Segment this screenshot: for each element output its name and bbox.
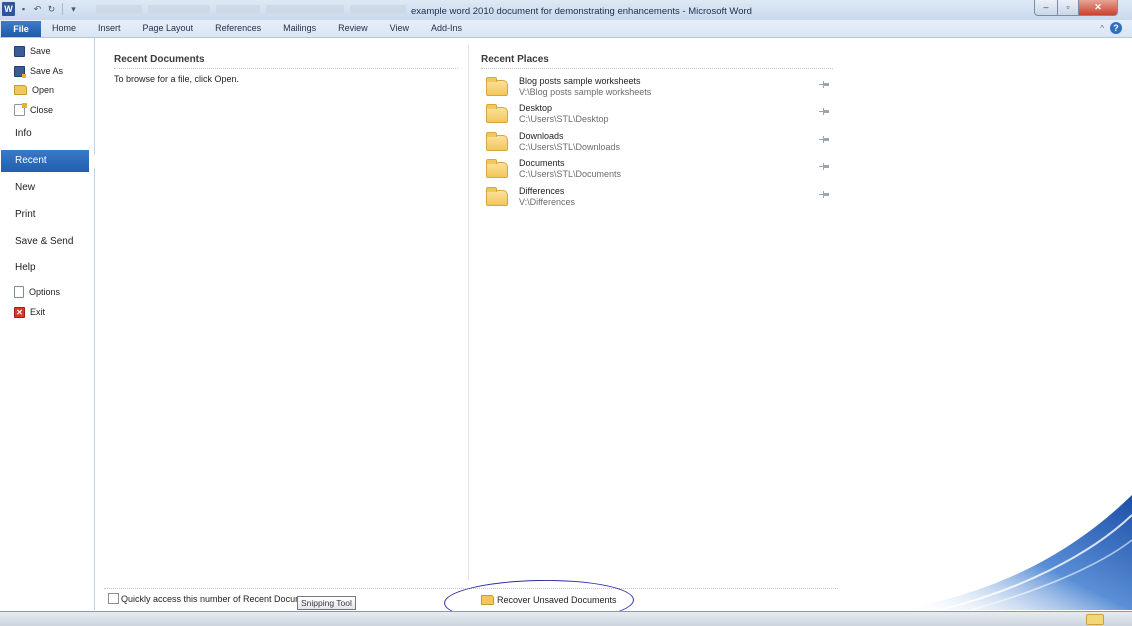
nav-new[interactable]: New	[15, 182, 35, 193]
nav-exit-label: Exit	[30, 307, 46, 317]
nav-save[interactable]: Save	[14, 44, 51, 58]
title-bar: W ▪ ↶ ↻ ▾ example word 2010 document for…	[0, 0, 1132, 20]
tab-references[interactable]: References	[215, 23, 261, 33]
nav-open-label: Open	[32, 85, 55, 95]
system-taskbar	[0, 611, 1132, 626]
recent-place-item[interactable]: Differences V:\Differences	[484, 186, 834, 210]
folder-icon	[486, 187, 508, 206]
quick-access-toolbar: W ▪ ↶ ↻ ▾	[2, 2, 79, 16]
tab-home[interactable]: Home	[52, 23, 76, 33]
pin-icon[interactable]	[819, 81, 829, 88]
background-taskbar-tabs	[96, 5, 406, 14]
snipping-tool-tooltip: Snipping Tool	[297, 596, 356, 610]
tab-insert[interactable]: Insert	[98, 23, 121, 33]
backstage-nav: Save Save As Open Close Info Recent New …	[0, 38, 95, 610]
ribbon-tab-bar: File Home Insert Page Layout References …	[0, 20, 1132, 38]
quick-access-label: Quickly access this number of Recent Doc…	[121, 594, 313, 604]
minimize-button[interactable]: –	[1034, 0, 1058, 16]
place-name: Downloads	[519, 131, 564, 141]
exit-icon: ✕	[14, 306, 25, 318]
tab-mailings[interactable]: Mailings	[283, 23, 316, 33]
open-folder-icon	[14, 85, 27, 95]
tab-review[interactable]: Review	[338, 23, 368, 33]
nav-exit[interactable]: ✕ Exit	[14, 305, 45, 319]
nav-help[interactable]: Help	[15, 262, 36, 273]
nav-close[interactable]: Close	[14, 103, 53, 117]
nav-save-as-label: Save As	[30, 66, 64, 76]
recent-place-item[interactable]: Desktop C:\Users\STL\Desktop	[484, 103, 834, 127]
save-as-icon	[14, 65, 26, 78]
folder-icon	[486, 104, 508, 123]
window-title: example word 2010 document for demonstra…	[411, 6, 752, 17]
place-path: V:\Differences	[519, 197, 576, 207]
tab-page-layout[interactable]: Page Layout	[143, 23, 194, 33]
place-path: C:\Users\STL\Downloads	[519, 142, 621, 152]
nav-options-label: Options	[29, 287, 61, 297]
decorative-swoosh	[900, 495, 1132, 610]
help-icon[interactable]: ?	[1110, 22, 1122, 34]
place-path: C:\Users\STL\Documents	[519, 169, 622, 179]
recent-place-item[interactable]: Downloads C:\Users\STL\Downloads	[484, 131, 834, 155]
place-name: Blog posts sample worksheets	[519, 76, 641, 86]
nav-print[interactable]: Print	[15, 209, 36, 220]
place-name: Desktop	[519, 103, 553, 113]
options-icon	[14, 286, 24, 298]
place-name: Documents	[519, 158, 565, 168]
nav-open[interactable]: Open	[14, 83, 54, 97]
close-document-icon	[14, 103, 27, 116]
ribbon-tabs: Home Insert Page Layout References Maili…	[52, 23, 484, 33]
nav-save-label: Save	[30, 46, 51, 56]
folder-icon	[486, 132, 508, 151]
divider	[114, 68, 458, 69]
quick-access-checkbox[interactable]	[108, 593, 119, 604]
nav-close-label: Close	[30, 105, 54, 115]
place-name: Differences	[519, 186, 565, 196]
recent-places-title: Recent Places	[481, 54, 549, 65]
recent-documents-empty-text: To browse for a file, click Open.	[114, 74, 240, 84]
toolbar-separator	[62, 3, 63, 15]
window-controls: – ▫ ✕	[1034, 0, 1118, 16]
nav-save-as[interactable]: Save As	[14, 64, 63, 78]
recent-documents-title: Recent Documents	[114, 54, 205, 65]
save-icon[interactable]: ▪	[18, 4, 29, 15]
tab-view[interactable]: View	[390, 23, 409, 33]
column-divider	[468, 45, 469, 580]
pin-icon[interactable]	[819, 108, 829, 115]
recent-place-item[interactable]: Documents C:\Users\STL\Documents	[484, 158, 834, 182]
divider	[481, 68, 833, 69]
folder-icon	[486, 77, 508, 96]
tab-add-ins[interactable]: Add-Ins	[431, 23, 462, 33]
folder-icon	[486, 159, 508, 178]
nav-options[interactable]: Options	[14, 285, 60, 299]
undo-icon[interactable]: ↶	[32, 4, 43, 15]
ribbon-right-controls: ^ ?	[1100, 22, 1122, 34]
word-app-icon[interactable]: W	[2, 2, 15, 16]
pin-icon[interactable]	[819, 163, 829, 170]
tab-file[interactable]: File	[1, 21, 41, 37]
nav-save-send[interactable]: Save & Send	[15, 236, 73, 247]
redo-icon[interactable]: ↻	[46, 4, 57, 15]
recent-place-item[interactable]: Blog posts sample worksheets V:\Blog pos…	[484, 76, 834, 100]
customize-toolbar-icon[interactable]: ▾	[68, 4, 79, 15]
maximize-button[interactable]: ▫	[1058, 0, 1079, 16]
close-window-button[interactable]: ✕	[1079, 0, 1118, 16]
nav-recent-label: Recent	[15, 155, 47, 166]
place-path: V:\Blog posts sample worksheets	[519, 87, 652, 97]
nav-info[interactable]: Info	[15, 128, 32, 139]
pin-icon[interactable]	[819, 136, 829, 143]
nav-recent[interactable]: Recent	[1, 150, 95, 172]
minimize-ribbon-icon[interactable]: ^	[1100, 24, 1104, 33]
pin-icon[interactable]	[819, 191, 829, 198]
taskbar-folder-icon[interactable]	[1086, 614, 1104, 625]
place-path: C:\Users\STL\Desktop	[519, 114, 609, 124]
save-icon	[14, 45, 25, 57]
